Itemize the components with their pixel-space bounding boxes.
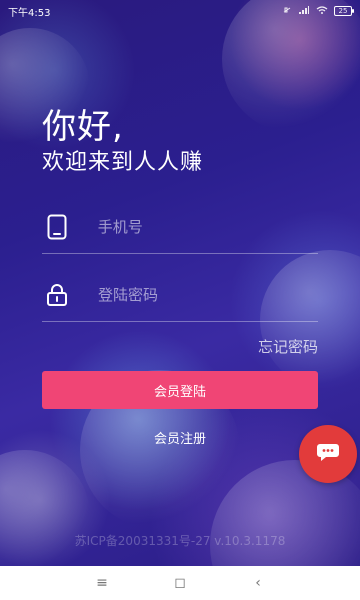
- forgot-password-link[interactable]: 忘记密码: [258, 336, 318, 357]
- chat-button[interactable]: [299, 425, 357, 483]
- password-field[interactable]: [42, 269, 318, 322]
- signal-icon: [298, 5, 310, 18]
- home-button[interactable]: ◻: [141, 566, 219, 600]
- menu-button[interactable]: ≡: [63, 566, 141, 600]
- system-nav-bar: ≡ ◻ ‹: [0, 566, 360, 600]
- mute-icon: [282, 5, 292, 18]
- phone-field[interactable]: [42, 201, 318, 254]
- status-time: 下午4:53: [8, 7, 51, 19]
- battery-icon: 25: [334, 6, 354, 16]
- wifi-icon: [316, 5, 328, 18]
- password-input[interactable]: [96, 285, 318, 305]
- greeting-title: 你好,: [42, 107, 124, 147]
- phone-icon: [44, 214, 70, 240]
- back-button[interactable]: ‹: [219, 566, 297, 600]
- menu-icon: ≡: [96, 575, 108, 591]
- chat-icon: [316, 442, 340, 466]
- login-button[interactable]: 会员登陆: [42, 371, 318, 409]
- home-icon: ◻: [174, 575, 186, 591]
- phone-input[interactable]: [95, 217, 318, 237]
- greeting-subtitle: 欢迎来到人人赚: [42, 150, 204, 175]
- login-screen: 下午4:53 25 你好, 欢迎来到人人赚 手机号 忘记密码 会员登陆 会员注册…: [0, 0, 360, 566]
- status-icons: 25: [282, 5, 354, 18]
- lock-icon: [44, 282, 70, 308]
- battery-level: 25: [338, 7, 348, 15]
- status-bar: 下午4:53 25: [0, 0, 360, 22]
- back-icon: ‹: [255, 575, 261, 591]
- footer-icp-text: 苏ICP备20031331号-27 v.10.3.1178: [74, 534, 286, 548]
